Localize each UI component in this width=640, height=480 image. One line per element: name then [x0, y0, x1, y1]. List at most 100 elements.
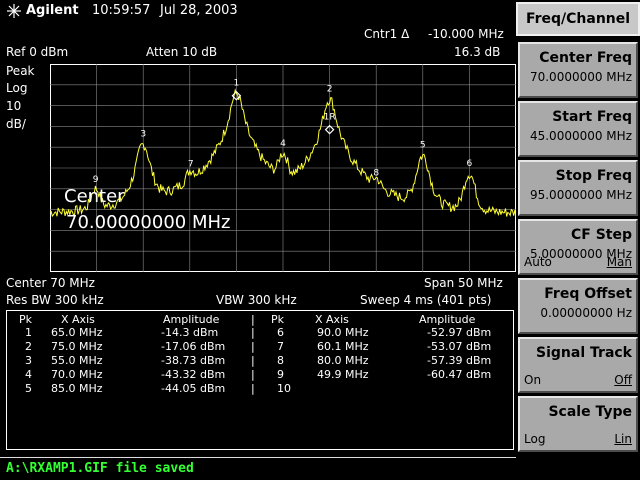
peak-table-cell: 1 — [25, 326, 32, 339]
row-separator: | — [251, 382, 255, 395]
peak-table-cell: -53.07 dBm — [427, 340, 492, 353]
clock-date: Jul 28, 2003 — [160, 3, 238, 18]
top-status-bar: Agilent 10:59:57 Jul 28, 2003 — [0, 0, 516, 22]
softkey-option-right: Man — [606, 255, 632, 269]
row-separator: | — [251, 340, 255, 353]
ref-level: Ref 0 dBm — [6, 45, 69, 59]
scale-unit: dB/ — [6, 117, 26, 131]
softkey-label: Scale Type — [548, 404, 632, 420]
softkey-value: 70.0000000 MHz — [529, 70, 632, 84]
row-separator: | — [251, 326, 255, 339]
softkey-label: Signal Track — [536, 345, 632, 361]
marker-label-2: 2 — [327, 84, 333, 94]
peak-table-cell: 6 — [277, 326, 284, 339]
peak-table-cell: 85.0 MHz — [51, 382, 103, 395]
marker-label-5: 5 — [420, 141, 426, 151]
marker-readout-amp: 16.3 dB — [454, 45, 501, 59]
attenuation: Atten 10 dB — [146, 45, 218, 59]
header-amp-left: Amplitude — [163, 313, 220, 326]
softkey-signal-track[interactable]: Signal Track On Off — [518, 337, 638, 393]
softkey-option-left: Log — [524, 432, 546, 446]
spectrum-plot[interactable]: 1 2 3 4 5 6 7 8 9 1R — [50, 64, 516, 272]
marker-label-4: 4 — [280, 139, 286, 149]
softkey-option-right: Lin — [614, 432, 632, 446]
marker-label-1R: 1R — [324, 113, 336, 123]
header-separator: | — [251, 313, 255, 326]
peak-table-cell: -43.32 dBm — [161, 368, 226, 381]
softkey-stop-freq[interactable]: Stop Freq 95.0000000 MHz — [518, 160, 638, 216]
softkey-option-left: Auto — [524, 255, 552, 269]
status-message: A:\RXAMP1.GIF file saved — [6, 461, 194, 476]
peak-table-cell: 65.0 MHz — [51, 326, 103, 339]
softkey-label: Stop Freq — [555, 168, 632, 184]
scale-type: Log — [6, 81, 28, 95]
header-x-left: X Axis — [61, 313, 95, 326]
softkey-value: 0.00000000 Hz — [540, 306, 632, 320]
res-bw-annotation: Res BW 300 kHz — [6, 293, 104, 307]
header-x-right: X Axis — [315, 313, 349, 326]
peak-table-cell: -52.97 dBm — [427, 326, 492, 339]
marker-layer: 1 2 3 4 5 6 7 8 9 1R — [93, 79, 473, 185]
span-annotation: Span 50 MHz — [424, 276, 503, 290]
softkey-value: 45.0000000 MHz — [529, 129, 632, 143]
softkey-cf-step[interactable]: CF Step 5.00000000 MHz Auto Man — [518, 219, 638, 275]
marker-label-7: 7 — [188, 159, 194, 169]
peak-table-cell: -44.05 dBm — [161, 382, 226, 395]
menu-title: Freq/Channel — [516, 2, 640, 36]
marker-readout-freq: -10.000 MHz — [428, 27, 504, 41]
softkey-freq-offset[interactable]: Freq Offset 0.00000000 Hz — [518, 278, 638, 334]
softkey-option-right: Off — [614, 373, 632, 387]
softkey-label: Center Freq — [539, 50, 632, 66]
peak-table-cell: -14.3 dBm — [161, 326, 219, 339]
marker-label-8: 8 — [373, 168, 379, 178]
marker-label-3: 3 — [140, 130, 146, 140]
marker-label-9: 9 — [93, 175, 99, 185]
peak-table-cell: 49.9 MHz — [317, 368, 369, 381]
peak-table-cell: -57.39 dBm — [427, 354, 492, 367]
marker-label-6: 6 — [467, 159, 473, 169]
agilent-logo-icon — [7, 4, 21, 18]
peak-table-cell: 55.0 MHz — [51, 354, 103, 367]
peak-table-cell: 80.0 MHz — [317, 354, 369, 367]
brand-name: Agilent — [26, 3, 79, 18]
peak-table-cell: 9 — [277, 368, 284, 381]
softkey-label: Start Freq — [552, 109, 632, 125]
peak-table-cell: 90.0 MHz — [317, 326, 369, 339]
marker-label-1: 1 — [234, 79, 240, 89]
vbw-annotation: VBW 300 kHz — [216, 293, 297, 307]
softkey-value: 95.0000000 MHz — [529, 188, 632, 202]
softkey-label: CF Step — [570, 227, 632, 243]
sweep-annotation: Sweep 4 ms (401 pts) — [360, 293, 492, 307]
row-separator: | — [251, 354, 255, 367]
marker-readout-label: Cntr1 Δ — [364, 27, 410, 41]
status-line: A:\RXAMP1.GIF file saved — [0, 457, 516, 480]
peak-table-cell: 4 — [25, 368, 32, 381]
scale-value: 10 — [6, 99, 22, 113]
row-separator: | — [251, 368, 255, 381]
peak-table-cell: 70.0 MHz — [51, 368, 103, 381]
peak-table-cell: 60.1 MHz — [317, 340, 369, 353]
softkey-panel: Freq/Channel Center Freq 70.0000000 MHz St… — [516, 0, 640, 480]
peak-table-cell: 10 — [277, 382, 291, 395]
peak-table-cell: -17.06 dBm — [161, 340, 226, 353]
peak-table-cell: 5 — [25, 382, 32, 395]
peak-table-cell: -38.73 dBm — [161, 354, 226, 367]
peak-table-cell: 7 — [277, 340, 284, 353]
detector-mode: Peak — [6, 64, 35, 78]
plot-grid — [50, 64, 516, 272]
header-pk-left: Pk — [19, 313, 33, 326]
softkey-option-left: On — [524, 373, 542, 387]
softkey-center-freq[interactable]: Center Freq 70.0000000 MHz — [518, 42, 638, 98]
header-pk-right: Pk — [271, 313, 285, 326]
peak-table-cell: -60.47 dBm — [427, 368, 492, 381]
peak-table-cell: 8 — [277, 354, 284, 367]
softkey-label: Freq Offset — [544, 286, 632, 302]
softkey-start-freq[interactable]: Start Freq 45.0000000 MHz — [518, 101, 638, 157]
center-freq-annotation: Center 70 MHz — [6, 276, 95, 290]
clock-time: 10:59:57 — [92, 3, 151, 18]
center-freq-overlay-value: 70.00000000 MHz — [66, 212, 231, 233]
softkey-scale-type[interactable]: Scale Type Log Lin — [518, 396, 638, 452]
header-amp-right: Amplitude — [419, 313, 476, 326]
peak-table: Pk X Axis Amplitude | Pk X Axis Amplitud… — [6, 310, 514, 450]
peak-table-cell: 75.0 MHz — [51, 340, 103, 353]
